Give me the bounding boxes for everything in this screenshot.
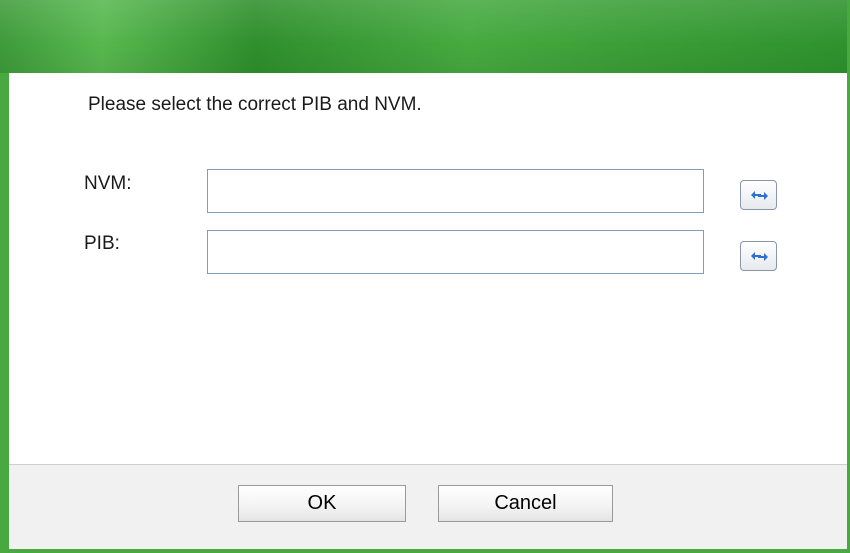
dialog-footer: OK Cancel [9,464,847,549]
dialog-content: Please select the correct PIB and NVM. N… [9,73,847,464]
ok-button[interactable]: OK [238,485,406,522]
dialog-window: Please select the correct PIB and NVM. N… [0,0,850,553]
header-banner [0,0,850,73]
cancel-button[interactable]: Cancel [438,485,613,522]
window-border-left [0,73,9,553]
nvm-browse-button[interactable] [740,180,777,210]
pib-path-input[interactable] [207,230,704,274]
window-border-bottom [0,549,850,553]
refresh-arrows-icon [750,252,768,261]
pib-browse-button[interactable] [740,241,777,271]
instruction-text: Please select the correct PIB and NVM. [88,94,422,115]
nvm-path-input[interactable] [207,169,704,213]
refresh-arrows-icon [750,191,768,200]
nvm-label: NVM: [84,173,132,194]
pib-label: PIB: [84,233,120,254]
